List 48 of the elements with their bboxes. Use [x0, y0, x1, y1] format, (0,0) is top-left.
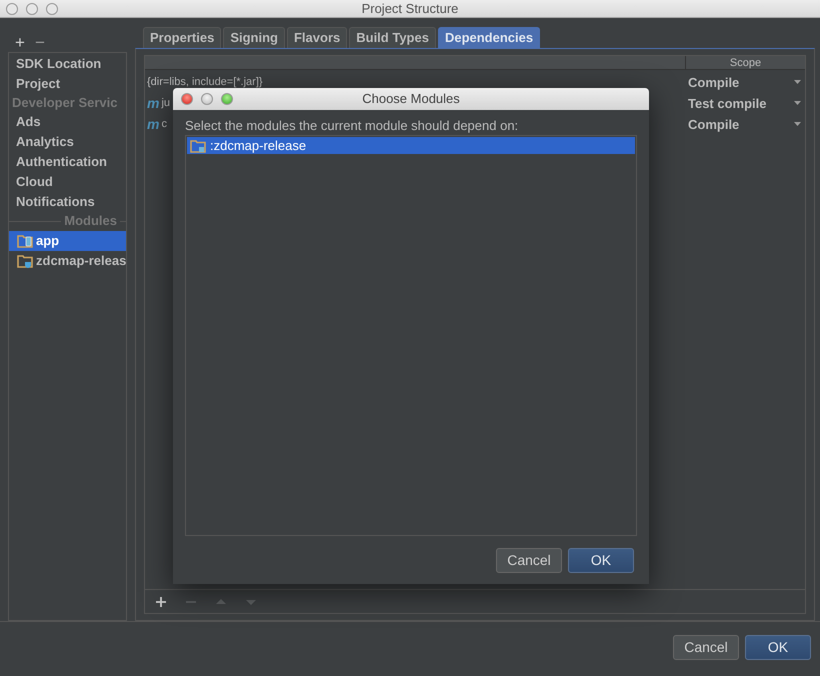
tab[interactable]: Flavors	[286, 26, 348, 48]
tab[interactable]: Properties	[143, 26, 222, 48]
sidebar-item[interactable]: Authentication	[9, 152, 126, 172]
dialog-title: Choose Modules	[362, 90, 460, 108]
sidebar-item[interactable]: Project	[9, 74, 126, 94]
add-button[interactable]: +	[15, 34, 25, 51]
cancel-button[interactable]: Cancel	[496, 548, 562, 573]
window-control-button[interactable]	[6, 3, 18, 15]
window-control-button[interactable]	[181, 93, 193, 105]
sidebar-item[interactable]: Analytics	[9, 132, 126, 152]
section-header: Modules	[63, 212, 118, 230]
sidebar-item[interactable]: Ads	[9, 112, 126, 132]
tab[interactable]: Signing	[223, 26, 285, 48]
module-item[interactable]: zdcmap-releas	[9, 250, 126, 271]
dropdown-arrow-icon	[794, 101, 801, 106]
column-header: Scope	[685, 56, 805, 69]
sidebar-item[interactable]: SDK Location	[9, 54, 126, 74]
window-control-button[interactable]	[46, 3, 58, 15]
scope-dropdown[interactable]: Test compile	[685, 94, 805, 114]
tab[interactable]: Build Types	[349, 26, 436, 48]
app-module-icon	[17, 233, 33, 248]
section-header: Developer Servic	[11, 94, 119, 112]
list-item[interactable]: :zdcmap-release	[187, 137, 635, 154]
maven-icon: m	[147, 117, 160, 132]
sidebar-item[interactable]: Cloud	[9, 172, 126, 192]
module-folder-icon	[190, 138, 206, 152]
scope-dropdown[interactable]: Compile	[685, 72, 805, 92]
window-title: Project Structure	[362, 2, 458, 15]
cancel-button[interactable]: Cancel	[673, 634, 739, 660]
dependency-name: c	[161, 117, 167, 132]
library-module-icon	[17, 253, 33, 268]
prompt-text: Select the modules the current module should depend on:	[185, 118, 520, 134]
window-control-button[interactable]	[201, 93, 213, 105]
window-control-button[interactable]	[26, 3, 38, 15]
sidebar-item[interactable]: Notifications	[9, 192, 126, 212]
ok-button[interactable]: OK	[745, 634, 811, 660]
module-item[interactable]: app	[9, 230, 126, 251]
ok-button[interactable]: OK	[568, 548, 634, 573]
scope-dropdown[interactable]: Compile	[685, 114, 805, 134]
maven-icon: m	[147, 96, 160, 110]
window-control-button[interactable]	[221, 93, 233, 105]
dropdown-arrow-icon	[794, 80, 801, 84]
dropdown-arrow-icon	[794, 122, 801, 126]
add-icon[interactable]	[155, 596, 167, 608]
dependency-name: ju	[161, 96, 170, 112]
tab[interactable]: Dependencies	[438, 26, 540, 48]
dependency-name: {dir=libs, include=[*.jar]}	[147, 75, 263, 90]
remove-button[interactable]: −	[34, 34, 45, 51]
